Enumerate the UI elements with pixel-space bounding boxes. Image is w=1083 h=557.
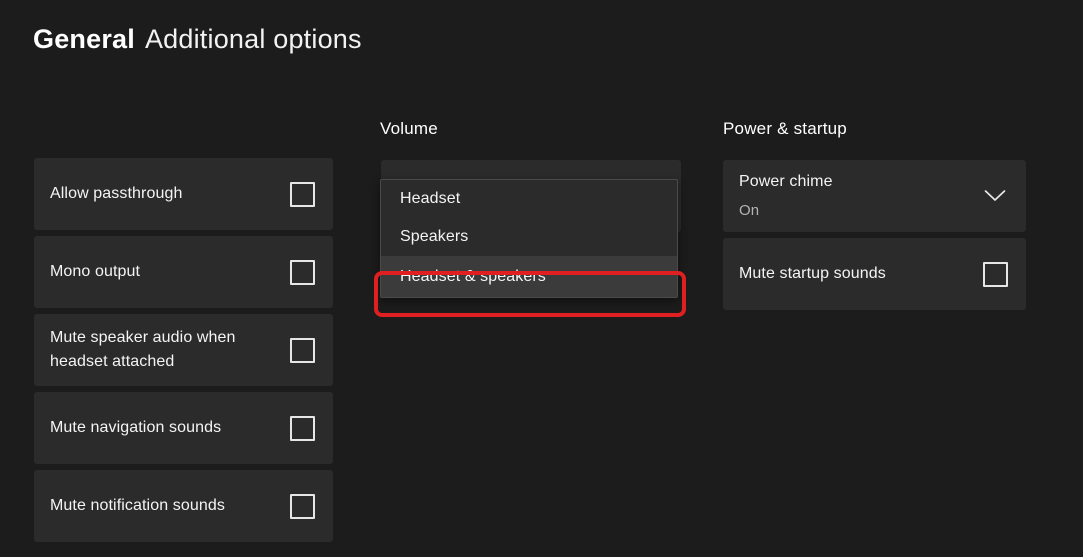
setting-text-block: Mute navigation sounds	[50, 416, 221, 440]
setting-text-block: Mute notification sounds	[50, 494, 225, 518]
page-title: General Additional options	[33, 20, 362, 58]
setting-label: Mute startup sounds	[739, 265, 886, 282]
setting-label: Power chime	[739, 173, 833, 190]
dropdown-option-label: Speakers	[400, 228, 469, 245]
general-settings-column: Allow passthrough Mono output Mute speak…	[34, 158, 333, 548]
setting-text-block: Mute speaker audio when headset attached	[50, 326, 265, 374]
page-title-primary: General	[33, 24, 135, 54]
power-and-startup-column: Power & startup Power chime On Mute star…	[723, 118, 1026, 316]
setting-row-mute-navigation-sounds[interactable]: Mute navigation sounds	[34, 392, 333, 464]
setting-row-mono-output[interactable]: Mono output	[34, 236, 333, 308]
setting-row-mute-notification-sounds[interactable]: Mute notification sounds	[34, 470, 333, 542]
volume-dropdown-list[interactable]: Headset Speakers Headset & speakers	[380, 179, 678, 298]
checkbox-mute-navigation-sounds[interactable]	[290, 415, 315, 441]
chevron-down-icon[interactable]	[982, 183, 1008, 209]
setting-row-mute-speaker-audio[interactable]: Mute speaker audio when headset attached	[34, 314, 333, 386]
checkbox-allow-passthrough[interactable]	[290, 181, 315, 207]
setting-value: On	[739, 202, 760, 219]
checkbox-mute-startup-sounds[interactable]	[983, 261, 1008, 287]
setting-text-block: Allow passthrough	[50, 182, 182, 206]
setting-text-block: Mute startup sounds	[739, 262, 886, 286]
setting-label: Mute speaker audio when headset attached	[50, 329, 236, 370]
setting-label: Mono output	[50, 263, 141, 280]
dropdown-option-speakers[interactable]: Speakers	[381, 218, 677, 256]
setting-row-power-chime[interactable]: Power chime On	[723, 160, 1026, 232]
page-title-secondary: Additional options	[144, 24, 362, 54]
setting-label: Allow passthrough	[50, 185, 183, 202]
setting-label: Mute navigation sounds	[50, 419, 222, 436]
dropdown-option-headset-and-speakers[interactable]: Headset & speakers	[381, 256, 677, 297]
checkbox-mute-notification-sounds[interactable]	[290, 493, 315, 519]
dropdown-option-label: Headset	[400, 190, 461, 207]
setting-text-block: Power chime On	[739, 170, 833, 222]
checkbox-mono-output[interactable]	[290, 259, 315, 285]
power-column-heading: Power & startup	[723, 119, 847, 138]
dropdown-option-label: Headset & speakers	[400, 267, 546, 285]
volume-output-dropdown[interactable]: Headset Speakers Headset & speakers	[374, 160, 686, 317]
dropdown-option-headset[interactable]: Headset	[381, 180, 677, 218]
setting-row-mute-startup-sounds[interactable]: Mute startup sounds	[723, 238, 1026, 310]
setting-label: Mute notification sounds	[50, 497, 225, 514]
volume-column-heading: Volume	[380, 119, 438, 138]
setting-row-allow-passthrough[interactable]: Allow passthrough	[34, 158, 333, 230]
volume-column: Volume Headset Speakers Headset & speake…	[374, 118, 686, 317]
setting-text-block: Mono output	[50, 260, 140, 284]
checkbox-mute-speaker-audio[interactable]	[290, 337, 315, 363]
